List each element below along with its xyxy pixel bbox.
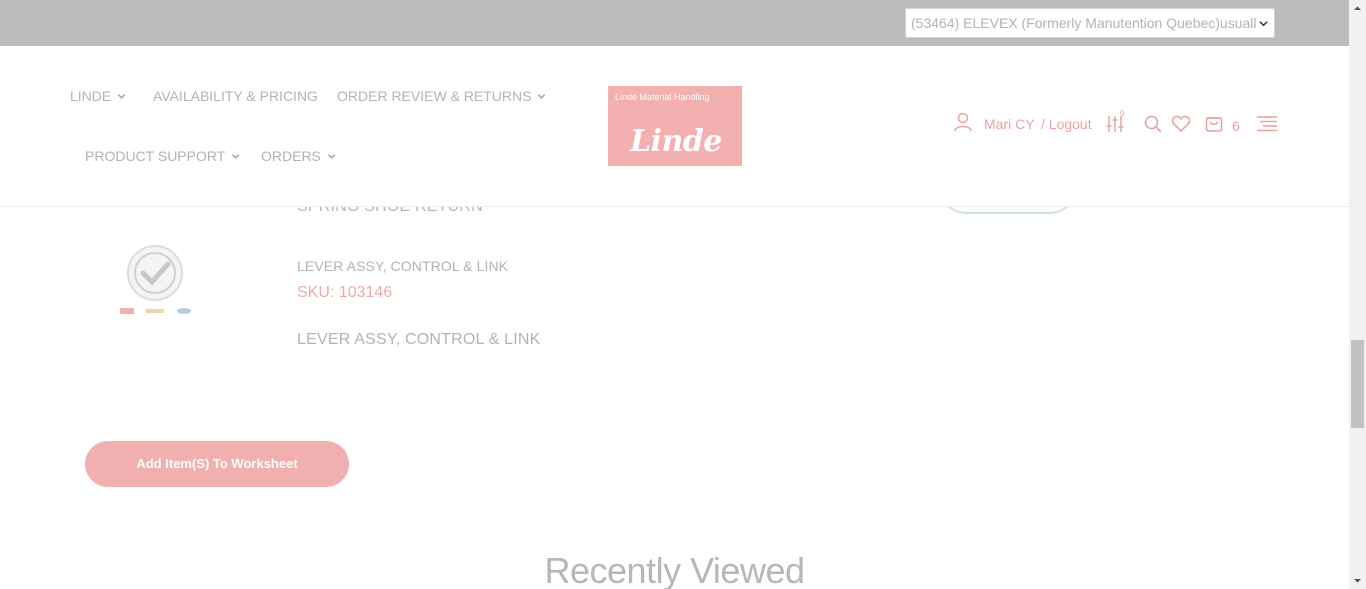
genuine-part-badge-icon	[120, 245, 191, 314]
item-sku: SKU: 103146	[297, 284, 393, 301]
logo-tagline: Linde Material Handling	[615, 92, 710, 102]
product-thumbnail[interactable]	[115, 242, 195, 320]
scroll-down-arrow-icon[interactable]	[1349, 572, 1366, 589]
site-header: LINDE AVAILABILITY & PRICING ORDER REVIE…	[0, 46, 1349, 207]
cart-count: 6	[1232, 118, 1240, 134]
nav-availability-label: AVAILABILITY & PRICING	[153, 88, 318, 104]
linde-logo[interactable]: Linde Material Handling Linde	[608, 86, 742, 166]
add-to-worksheet-button[interactable]: Add Item(S) To Worksheet	[85, 441, 349, 487]
nav-orders[interactable]: ORDERS	[261, 148, 336, 164]
user-icon[interactable]	[953, 112, 973, 132]
nav-orders-label: ORDERS	[261, 148, 321, 164]
nav-order-review-label: ORDER REVIEW & RETURNS	[337, 88, 532, 104]
menu-icon[interactable]	[1256, 114, 1278, 134]
page-scrollbar[interactable]	[1349, 0, 1366, 589]
item-name[interactable]: LEVER ASSY, CONTROL & LINK	[297, 258, 508, 274]
chevron-down-icon	[118, 93, 126, 99]
heart-icon[interactable]	[1171, 114, 1191, 134]
chevron-down-icon	[538, 93, 546, 99]
compare-count: 0	[1120, 109, 1125, 118]
chevron-down-icon	[1259, 21, 1268, 27]
nav-product-support-label: PRODUCT SUPPORT	[85, 148, 226, 164]
nav-linde[interactable]: LINDE	[70, 88, 126, 104]
logo-wordmark: Linde	[630, 124, 722, 159]
cart-bag-icon[interactable]	[1204, 113, 1224, 133]
account-select[interactable]: (53464) ELEVEX (Formerly Manutention Que…	[905, 8, 1275, 38]
recently-viewed-title: Recently Viewed	[544, 550, 806, 589]
chevron-down-icon	[327, 153, 336, 159]
search-icon[interactable]	[1143, 114, 1163, 134]
logout-link[interactable]: / Logout	[1041, 116, 1092, 132]
page: (53464) ELEVEX (Formerly Manutention Que…	[0, 0, 1366, 589]
nav-order-review-returns[interactable]: ORDER REVIEW & RETURNS	[337, 88, 546, 104]
chevron-down-icon	[232, 153, 240, 159]
scrollbar-thumb[interactable]	[1351, 340, 1364, 428]
scroll-up-arrow-icon[interactable]	[1349, 0, 1366, 17]
item-description: LEVER ASSY, CONTROL & LINK	[297, 331, 541, 348]
nav-product-support[interactable]: PRODUCT SUPPORT	[85, 148, 240, 164]
nav-availability-pricing[interactable]: AVAILABILITY & PRICING	[153, 88, 318, 104]
user-name[interactable]: Mari CY	[984, 116, 1035, 132]
nav-linde-label: LINDE	[70, 88, 112, 104]
account-bar: (53464) ELEVEX (Formerly Manutention Que…	[0, 0, 1349, 46]
account-select-value: (53464) ELEVEX (Formerly Manutention Que…	[911, 15, 1257, 31]
